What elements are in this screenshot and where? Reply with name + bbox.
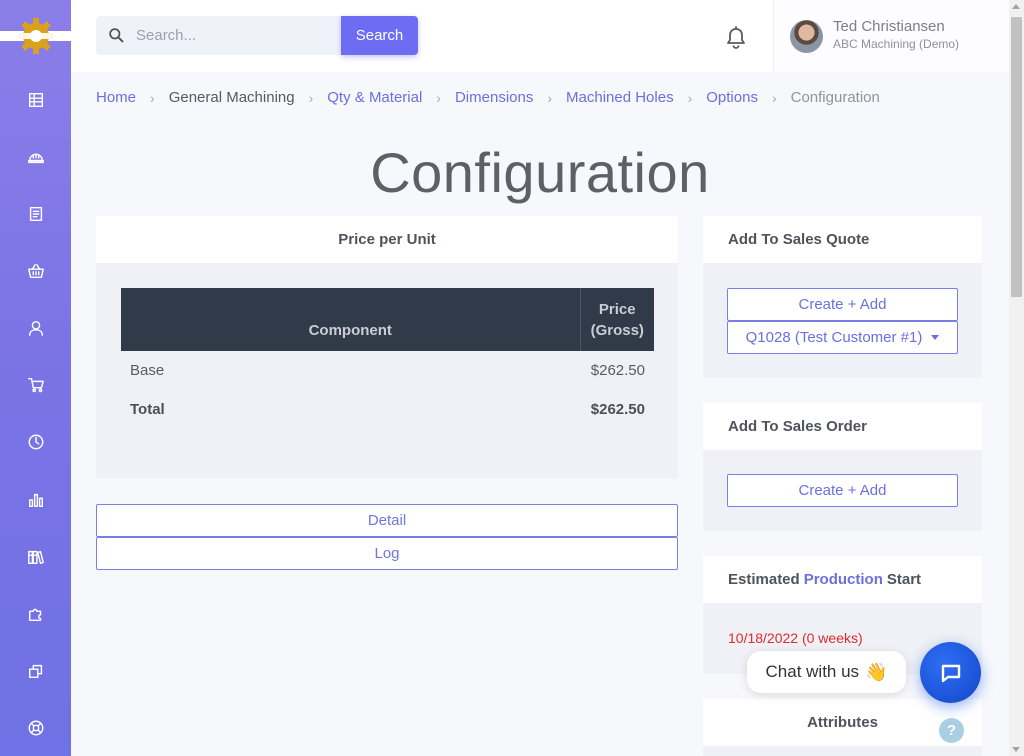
notification-bell-icon[interactable]	[725, 26, 747, 50]
total-value: $262.50	[590, 401, 645, 418]
building-icon[interactable]	[22, 86, 50, 114]
page-title: Configuration	[370, 141, 710, 204]
breadcrumb-general-machining: General Machining	[168, 89, 295, 106]
production-start-date: 10/18/2022 (0 weeks)	[728, 630, 863, 646]
sales-order-card: Add To Sales Order Create + Add	[703, 403, 982, 531]
sales-quote-card: Add To Sales Quote Create + Add Q1028 (T…	[703, 216, 982, 378]
breadcrumb: Home › General Machining › Qty & Materia…	[96, 89, 880, 106]
chat-label: Chat with us	[765, 662, 860, 681]
quote-select-dropdown[interactable]: Q1028 (Test Customer #1)	[727, 321, 958, 354]
books-icon[interactable]	[22, 543, 50, 571]
breadcrumb-home[interactable]: Home	[96, 89, 136, 106]
row-price: $262.50	[590, 362, 645, 379]
total-label: Total	[130, 401, 165, 418]
cart-icon[interactable]	[22, 371, 50, 399]
breadcrumb-separator: ›	[150, 89, 155, 106]
puzzle-icon[interactable]	[22, 600, 50, 628]
basket-icon[interactable]	[22, 257, 50, 285]
quote-selected-value: Q1028 (Test Customer #1)	[745, 329, 923, 346]
price-card-title: Price per Unit	[96, 216, 678, 263]
document-icon[interactable]	[22, 200, 50, 228]
breadcrumb-separator: ›	[308, 89, 314, 106]
search-input[interactable]	[96, 16, 341, 55]
user-icon[interactable]	[22, 314, 50, 342]
row-component: Base	[130, 362, 165, 379]
price-table: Component Price (Gross) Base $262.50 Tot…	[121, 288, 654, 429]
help-button[interactable]: ?	[939, 718, 964, 743]
scroll-down-arrow[interactable]	[1012, 747, 1020, 752]
chat-launcher-button[interactable]	[920, 642, 981, 703]
production-start-title: Estimated Production Start	[703, 556, 982, 603]
scroll-up-arrow[interactable]	[1012, 4, 1020, 9]
price-per-unit-card: Price per Unit Component Price (Gross) B…	[96, 216, 678, 478]
search-bar: Search	[96, 16, 418, 55]
wave-emoji-icon: 👋	[865, 661, 888, 682]
app-logo[interactable]	[0, 0, 71, 72]
table-row-total: Total $262.50	[121, 390, 654, 429]
sidebar	[0, 0, 71, 756]
chevron-down-icon	[931, 335, 940, 340]
user-company: ABC Machining (Demo)	[833, 37, 960, 51]
column-header-component: Component	[121, 288, 580, 351]
sales-order-title: Add To Sales Order	[703, 403, 982, 450]
table-row: Base $262.50	[121, 351, 654, 390]
hardhat-icon[interactable]	[22, 143, 50, 171]
layers-icon[interactable]	[22, 657, 50, 685]
detail-button[interactable]: Detail	[96, 504, 678, 537]
column-header-price: Price (Gross)	[579, 288, 654, 351]
breadcrumb-separator: ›	[547, 89, 553, 106]
production-title-pre: Estimated	[728, 571, 800, 588]
breadcrumb-options[interactable]: Options	[706, 89, 758, 106]
gear-logo-icon	[15, 18, 56, 54]
breadcrumb-machined-holes[interactable]: Machined Holes	[566, 89, 674, 106]
chat-bubble-icon	[941, 664, 960, 682]
page-scrollbar[interactable]	[1009, 0, 1024, 756]
clock-icon[interactable]	[22, 428, 50, 456]
search-button[interactable]: Search	[341, 16, 418, 55]
top-header: Search Ted Christiansen ABC Machining (D…	[71, 0, 1009, 72]
chat-prompt-bubble[interactable]: Chat with us 👋	[747, 651, 906, 693]
breadcrumb-configuration: Configuration	[790, 89, 880, 106]
scroll-thumb[interactable]	[1011, 17, 1022, 297]
sales-quote-title: Add To Sales Quote	[703, 216, 982, 263]
user-name: Ted Christiansen	[833, 18, 945, 35]
breadcrumb-separator: ›	[436, 89, 441, 106]
quote-create-add-button[interactable]: Create + Add	[727, 288, 958, 321]
production-title-post: Start	[886, 571, 922, 588]
column-header-price-line2: (Gross)	[590, 321, 644, 339]
breadcrumb-dimensions[interactable]: Dimensions	[455, 89, 533, 106]
table-header-row: Component Price (Gross)	[121, 288, 654, 351]
search-icon	[109, 28, 124, 43]
life-ring-icon[interactable]	[22, 714, 50, 742]
attributes-title: Attributes	[703, 699, 982, 746]
column-header-price-line1: Price	[598, 300, 636, 318]
breadcrumb-qty-material[interactable]: Qty & Material	[327, 89, 422, 106]
bar-chart-icon[interactable]	[22, 486, 50, 514]
log-button[interactable]: Log	[96, 537, 678, 570]
breadcrumb-separator: ›	[687, 89, 693, 106]
production-title-accent: Production	[803, 571, 883, 588]
avatar	[790, 20, 823, 53]
order-create-add-button[interactable]: Create + Add	[727, 474, 958, 507]
user-menu[interactable]: Ted Christiansen ABC Machining (Demo)	[773, 0, 1009, 72]
breadcrumb-separator: ›	[771, 89, 777, 106]
